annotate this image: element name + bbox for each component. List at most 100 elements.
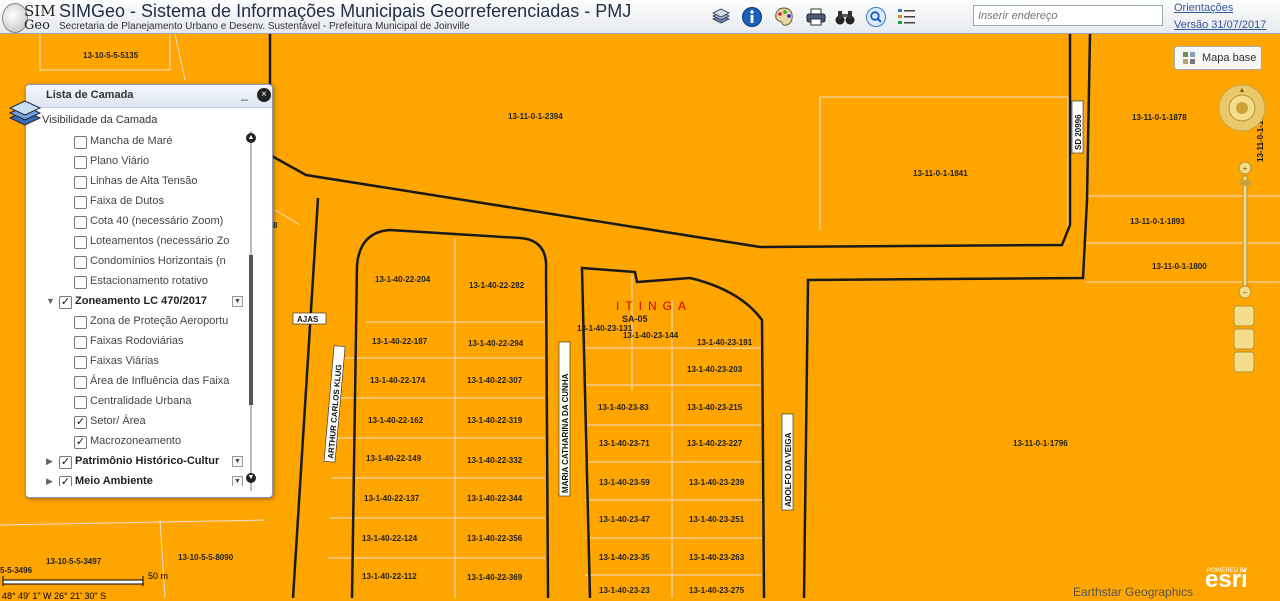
lot-label: 13-1-40-22-344 — [467, 494, 523, 503]
layer-row[interactable]: Linhas de Alta Tensão — [26, 173, 231, 191]
zoom-in-box-icon[interactable] — [1233, 328, 1255, 350]
layer-row[interactable]: Plano Viário — [26, 153, 231, 171]
layer-row[interactable]: Cota 40 (necessário Zoom) — [26, 213, 231, 231]
zoom-out-box-icon[interactable] — [1233, 351, 1255, 373]
layer-checkbox[interactable] — [74, 136, 87, 149]
lot-label: 13-1-40-22-356 — [467, 534, 523, 543]
lot-label: 13-1-40-22-294 — [468, 339, 524, 348]
layer-checkbox[interactable] — [74, 236, 87, 249]
address-search-input[interactable] — [973, 5, 1163, 26]
search-icon[interactable] — [865, 6, 887, 28]
map-attribution: Earthstar Geographics — [1073, 585, 1194, 599]
layer-checkbox[interactable] — [74, 316, 87, 329]
lot-label: 13-1-40-22-124 — [362, 534, 418, 543]
basemap-button[interactable]: Mapa base — [1174, 46, 1262, 70]
layer-row[interactable]: Estacionamento rotativo — [26, 273, 231, 291]
grid-icon — [1183, 52, 1195, 64]
expand-arrow-icon[interactable]: ▶ — [46, 476, 53, 486]
layer-row[interactable]: Centralidade Urbana — [26, 393, 231, 411]
layer-checkbox[interactable] — [74, 276, 87, 289]
layer-label: Setor/ Área — [90, 415, 146, 427]
scroll-down-icon[interactable]: ▼ — [246, 473, 256, 483]
collapse-arrow-icon[interactable]: ▼ — [46, 296, 55, 306]
layer-checkbox[interactable] — [74, 256, 87, 269]
street-label-adolfo-da-veiga: ADOLFO DA VEIGA — [781, 413, 794, 511]
lot-label: 13-1-40-23-35 — [599, 553, 650, 562]
layer-row[interactable]: Faixas Viárias — [26, 353, 231, 371]
layer-row[interactable]: Mancha de Maré — [26, 133, 231, 151]
layer-group-row[interactable]: ▶ ✓ Patrimônio Histórico-Cultur ▼ — [26, 453, 244, 471]
lot-label: 13-1-40-22-307 — [467, 376, 523, 385]
layer-checkbox[interactable]: ✓ — [59, 476, 72, 486]
zoom-slider[interactable] — [1242, 175, 1248, 289]
lot-label: 13-1-40-22-162 — [368, 416, 424, 425]
layer-options-dropdown[interactable]: ▼ — [232, 296, 243, 307]
layer-checkbox[interactable] — [74, 336, 87, 349]
lot-label: 13-1-40-23-47 — [599, 515, 650, 524]
layer-checkbox[interactable]: ✓ — [74, 436, 87, 449]
layer-checkbox[interactable] — [74, 196, 87, 209]
layer-label: Patrimônio Histórico-Cultur — [75, 455, 220, 467]
lot-label: 13-11-0-1-1841 — [913, 169, 968, 178]
layer-options-dropdown[interactable]: ▼ — [232, 456, 243, 467]
zoom-slider-handle[interactable] — [1239, 180, 1251, 186]
layer-row[interactable]: Condomínios Horizontais (n — [26, 253, 231, 271]
scrollbar-thumb[interactable] — [249, 255, 253, 405]
layer-checkbox[interactable] — [74, 396, 87, 409]
layer-checkbox[interactable]: ✓ — [59, 296, 72, 309]
lot-label: 13-11-0-1-2394 — [508, 112, 563, 121]
lot-label: 13-1-40-22-149 — [366, 454, 422, 463]
expand-arrow-icon[interactable]: ▶ — [46, 456, 53, 467]
layer-group-row[interactable]: ▶ ✓ Meio Ambiente ▼ — [26, 473, 244, 486]
layer-row[interactable]: ✓ Setor/ Área — [26, 413, 231, 431]
layer-checkbox[interactable] — [74, 176, 87, 189]
basemap-button-label: Mapa base — [1202, 52, 1257, 64]
layer-row[interactable]: Área de Influência das Faixa — [26, 373, 231, 391]
layers-icon[interactable] — [710, 6, 732, 28]
layer-checkbox[interactable] — [74, 156, 87, 169]
lot-label: 13-10-5-5-8090 — [178, 553, 234, 562]
binoculars-icon[interactable] — [834, 6, 856, 28]
street-label-maria-catharina-da-cunha: MARIA CATHARINA DA CUNHA — [558, 341, 571, 497]
layer-list-panel: Lista de Camada _ × Visibilidade da Cama… — [25, 84, 273, 498]
lot-label: 13-11-0-1-1800 — [1152, 262, 1207, 271]
layer-group-row[interactable]: ▼ ✓ Zoneamento LC 470/2017 ▼ — [26, 293, 244, 311]
layer-checkbox[interactable]: ✓ — [74, 416, 87, 429]
layer-row[interactable]: Loteamentos (necessário Zo — [26, 233, 231, 251]
version-link[interactable]: Versão 31/07/2017 — [1174, 19, 1266, 31]
layer-row[interactable]: ✓ Macrozoneamento — [26, 433, 231, 451]
esri-logo: esri — [1205, 566, 1248, 593]
orientacoes-link[interactable]: Orientações — [1174, 2, 1233, 14]
layer-row[interactable]: Zona de Proteção Aeroportu — [26, 313, 231, 331]
pan-hand-icon[interactable] — [1233, 305, 1255, 327]
lot-label: 13-1-40-23-203 — [687, 365, 743, 374]
svg-text:ADOLFO DA VEIGA: ADOLFO DA VEIGA — [784, 432, 793, 507]
layer-row[interactable]: Faixas Rodoviárias — [26, 333, 231, 351]
svg-text:SD 20996: SD 20996 — [1074, 114, 1083, 150]
layer-options-dropdown[interactable]: ▼ — [232, 476, 243, 486]
close-icon[interactable]: × — [257, 88, 271, 102]
layer-checkbox[interactable]: ✓ — [59, 456, 72, 469]
app-subtitle: Secretaria de Planejamento Urbano e Dese… — [59, 21, 470, 32]
legend-list-icon[interactable] — [896, 6, 918, 28]
layer-checkbox[interactable] — [74, 376, 87, 389]
lot-label: 13-1-40-23-144 — [623, 331, 679, 340]
app-header: SIM Geo SIMGeo - Sistema de Informações … — [0, 0, 1280, 34]
svg-text:−: − — [1243, 288, 1248, 297]
layer-label: Plano Viário — [90, 155, 150, 167]
layer-checkbox[interactable] — [74, 356, 87, 369]
lot-label: 13-1-40-23-251 — [689, 515, 745, 524]
info-icon[interactable] — [741, 6, 763, 28]
lot-label: 13-1-40-22-332 — [467, 456, 523, 465]
lot-label: 13-1-40-22-174 — [370, 376, 426, 385]
layer-row[interactable]: Faixa de Dutos — [26, 193, 231, 211]
layer-checkbox[interactable] — [74, 216, 87, 229]
layer-label: Faixas Rodoviárias — [90, 335, 184, 347]
lot-label: 13-1-40-23-71 — [599, 439, 650, 448]
scroll-up-icon[interactable]: ▲ — [246, 133, 256, 143]
street-label-sd-20996: SD 20996 — [1071, 100, 1084, 154]
layer-label: Macrozoneamento — [90, 435, 182, 447]
print-icon[interactable] — [805, 6, 827, 28]
palette-icon[interactable] — [773, 6, 795, 28]
layer-label: Condomínios Horizontais (n — [90, 255, 226, 267]
